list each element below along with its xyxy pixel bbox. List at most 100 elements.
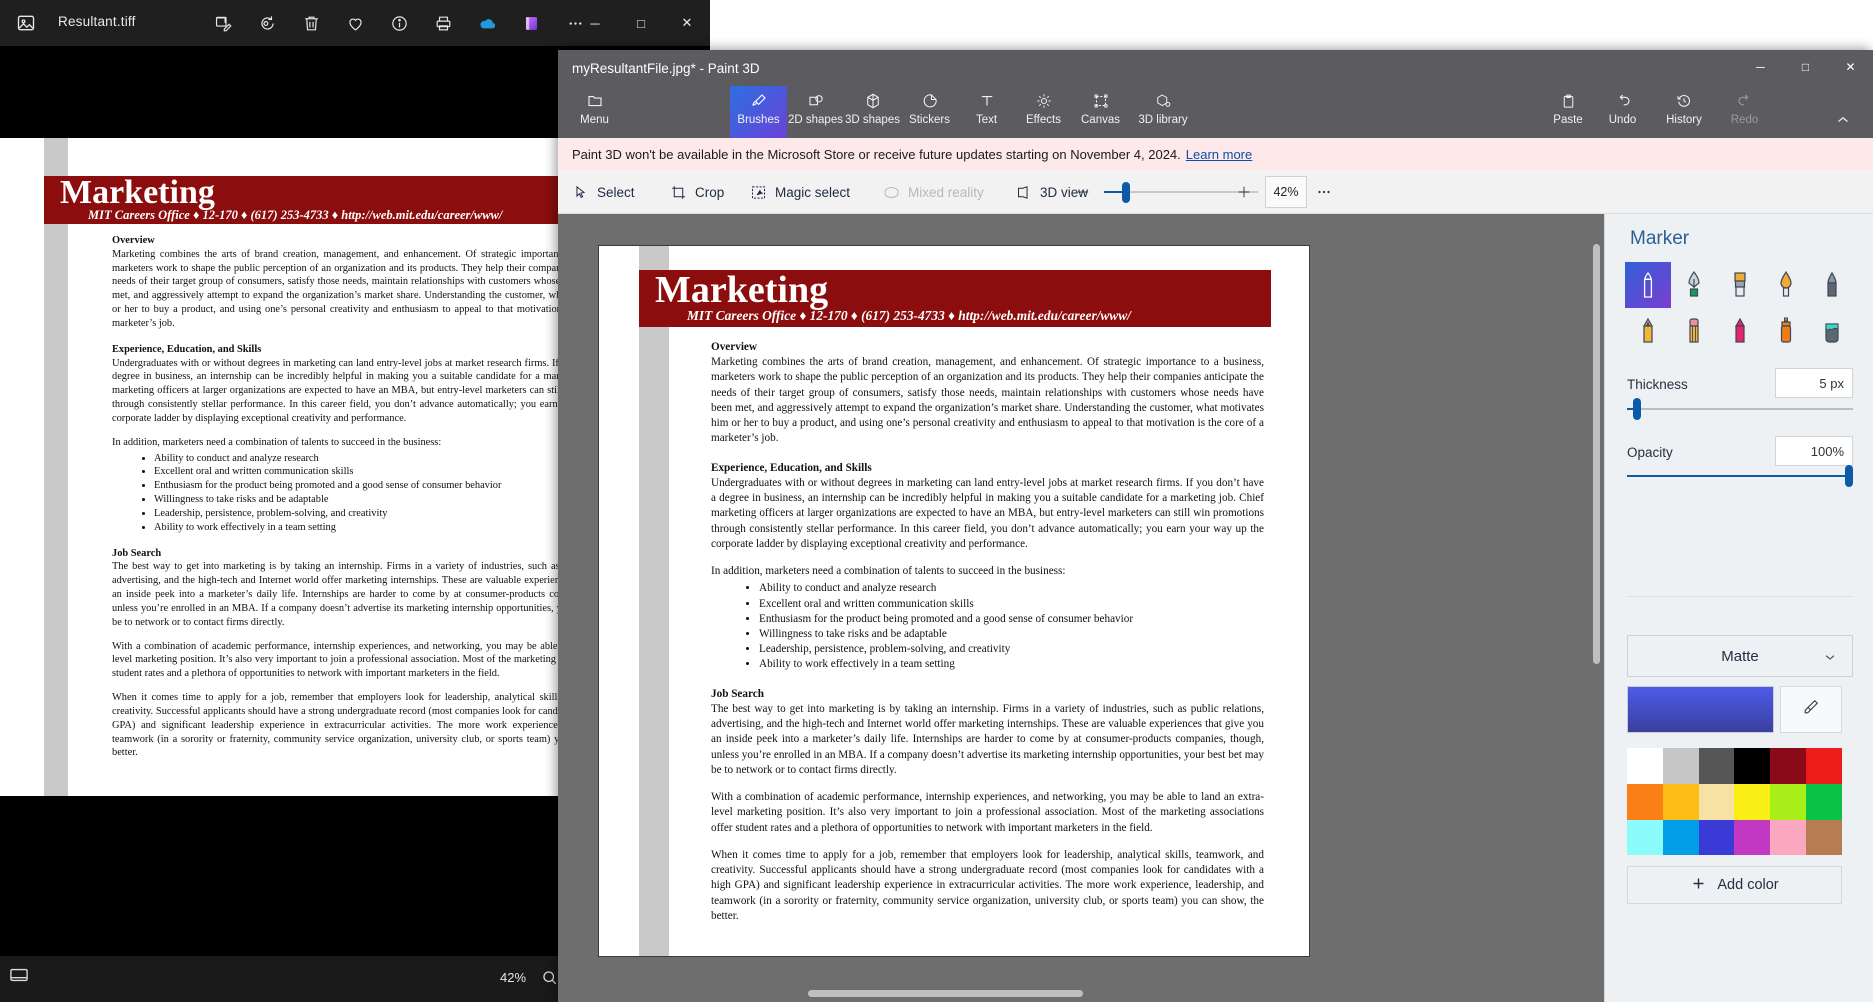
section-heading: Experience, Education, and Skills <box>112 343 262 355</box>
material-select[interactable]: Matte <box>1627 635 1853 677</box>
brush-calligraphy-pen[interactable] <box>1671 262 1717 308</box>
opacity-value[interactable]: 100% <box>1775 436 1853 466</box>
effects-icon <box>1035 90 1053 112</box>
undo-button[interactable]: Undo <box>1594 86 1651 138</box>
color-swatch-grid <box>1627 748 1842 856</box>
chevron-up-icon <box>1834 109 1852 131</box>
tab-text[interactable]: Text <box>958 86 1015 138</box>
color-swatch[interactable] <box>1662 748 1699 784</box>
current-color-swatch[interactable] <box>1627 686 1774 733</box>
add-color-button[interactable]: Add color <box>1627 866 1842 904</box>
brush-fill-bucket[interactable] <box>1809 308 1855 354</box>
brush-crayon[interactable] <box>1717 308 1763 354</box>
history-icon <box>1675 90 1693 112</box>
brush-pixel-pen[interactable] <box>1809 262 1855 308</box>
brush-eraser[interactable] <box>1671 308 1717 354</box>
tab-stickers-label: Stickers <box>909 114 950 126</box>
photos-window-controls: ─ □ ✕ <box>572 0 710 46</box>
history-button[interactable]: History <box>1653 86 1715 138</box>
paint3d-maximize-button[interactable]: □ <box>1783 50 1828 84</box>
paint3d-minimize-button[interactable]: ─ <box>1738 50 1783 84</box>
3d-view-icon <box>1015 184 1032 201</box>
canvas-vertical-scrollbar[interactable] <box>1593 244 1600 664</box>
brush-marker[interactable] <box>1625 262 1671 308</box>
rotate-icon[interactable] <box>250 8 284 38</box>
photos-minimize-button[interactable]: ─ <box>572 0 618 46</box>
paste-button[interactable]: Paste <box>1543 86 1593 138</box>
eyedropper-button[interactable] <box>1780 686 1842 733</box>
crop-tool[interactable]: Crop <box>670 170 724 214</box>
photos-close-button[interactable]: ✕ <box>664 0 710 46</box>
thickness-slider-thumb[interactable] <box>1633 398 1641 420</box>
tab-3d-shapes[interactable]: 3D shapes <box>844 86 901 138</box>
brush-oil[interactable] <box>1717 262 1763 308</box>
thickness-slider-track[interactable] <box>1627 408 1853 410</box>
menu-button[interactable]: Menu <box>566 86 623 138</box>
thickness-value[interactable]: 5 px <box>1775 368 1853 398</box>
tab-canvas[interactable]: Canvas <box>1072 86 1129 138</box>
color-swatch[interactable] <box>1805 819 1842 856</box>
color-swatch[interactable] <box>1734 783 1771 820</box>
magnifier-icon[interactable] <box>540 968 559 992</box>
opacity-row: Opacity 100% <box>1627 436 1853 466</box>
designer-icon[interactable] <box>514 8 548 38</box>
info-icon[interactable] <box>382 8 416 38</box>
3d-library-icon <box>1154 90 1172 112</box>
color-swatch[interactable] <box>1770 819 1806 856</box>
filmstrip-icon[interactable] <box>8 966 30 989</box>
paint3d-close-button[interactable]: ✕ <box>1828 50 1873 84</box>
tab-3d-library[interactable]: 3D library <box>1129 86 1197 138</box>
section-paragraph: With a combination of academic performan… <box>112 640 632 680</box>
magic-select-tool[interactable]: Magic select <box>750 170 850 214</box>
list-item: Willingness to take risks and be adaptab… <box>759 627 1264 642</box>
color-swatch[interactable] <box>1805 783 1842 820</box>
brush-properties-panel: Marker Thickness 5 px Opacity 100% Matte… <box>1604 214 1873 1002</box>
tab-effects[interactable]: Effects <box>1015 86 1072 138</box>
print-icon[interactable] <box>426 8 460 38</box>
panel-title: Marker <box>1630 228 1690 249</box>
color-swatch[interactable] <box>1627 819 1663 856</box>
color-swatch[interactable] <box>1770 748 1806 784</box>
zoom-level-display[interactable]: 42% <box>1265 176 1307 208</box>
color-swatch[interactable] <box>1734 819 1771 856</box>
collapse-ribbon-button[interactable] <box>1823 86 1863 138</box>
page-left-band <box>44 138 68 796</box>
onedrive-icon[interactable] <box>470 8 504 38</box>
section-paragraph: When it comes time to apply for a job, r… <box>711 848 1264 922</box>
brush-spray-can[interactable] <box>1763 308 1809 354</box>
brush-watercolor[interactable] <box>1763 262 1809 308</box>
photos-maximize-button[interactable]: □ <box>618 0 664 46</box>
paint3d-titlebar: myResultantFile.jpg* - Paint 3D ─ □ ✕ <box>558 50 1873 86</box>
canvas-horizontal-scrollbar[interactable] <box>808 990 1083 997</box>
more-icon[interactable] <box>1310 170 1338 214</box>
zoom-in-button[interactable] <box>1231 170 1257 214</box>
zoom-out-button[interactable] <box>1070 170 1096 214</box>
section-heading: Experience, Education, and Skills <box>711 461 872 474</box>
tab-brushes[interactable]: Brushes <box>730 86 787 138</box>
zoom-slider-thumb[interactable] <box>1122 182 1130 203</box>
color-swatch[interactable] <box>1662 819 1699 856</box>
learn-more-link[interactable]: Learn more <box>1186 147 1252 162</box>
cursor-select-icon <box>572 184 589 201</box>
color-swatch[interactable] <box>1627 783 1663 820</box>
eyedropper-icon <box>1801 697 1821 722</box>
color-swatch[interactable] <box>1698 748 1735 784</box>
color-swatch[interactable] <box>1627 748 1663 784</box>
favorite-heart-icon[interactable] <box>338 8 372 38</box>
delete-icon[interactable] <box>294 8 328 38</box>
mixed-reality-tool: Mixed reality <box>883 170 984 214</box>
color-swatch[interactable] <box>1770 783 1806 820</box>
tab-2d-shapes[interactable]: 2D shapes <box>787 86 844 138</box>
color-swatch[interactable] <box>1662 783 1699 820</box>
opacity-slider-thumb[interactable] <box>1845 465 1853 487</box>
color-swatch[interactable] <box>1698 819 1735 856</box>
color-swatch[interactable] <box>1805 748 1842 784</box>
color-swatch[interactable] <box>1734 748 1771 784</box>
brush-pencil[interactable] <box>1625 308 1671 354</box>
select-tool[interactable]: Select <box>572 170 635 214</box>
paint3d-canvas-area[interactable]: Marketing MIT Careers Office ♦ 12-170 ♦ … <box>558 214 1604 1002</box>
color-swatch[interactable] <box>1698 783 1735 820</box>
edit-image-icon[interactable] <box>206 8 240 38</box>
paint3d-canvas[interactable]: Marketing MIT Careers Office ♦ 12-170 ♦ … <box>598 245 1310 957</box>
tab-stickers[interactable]: Stickers <box>901 86 958 138</box>
